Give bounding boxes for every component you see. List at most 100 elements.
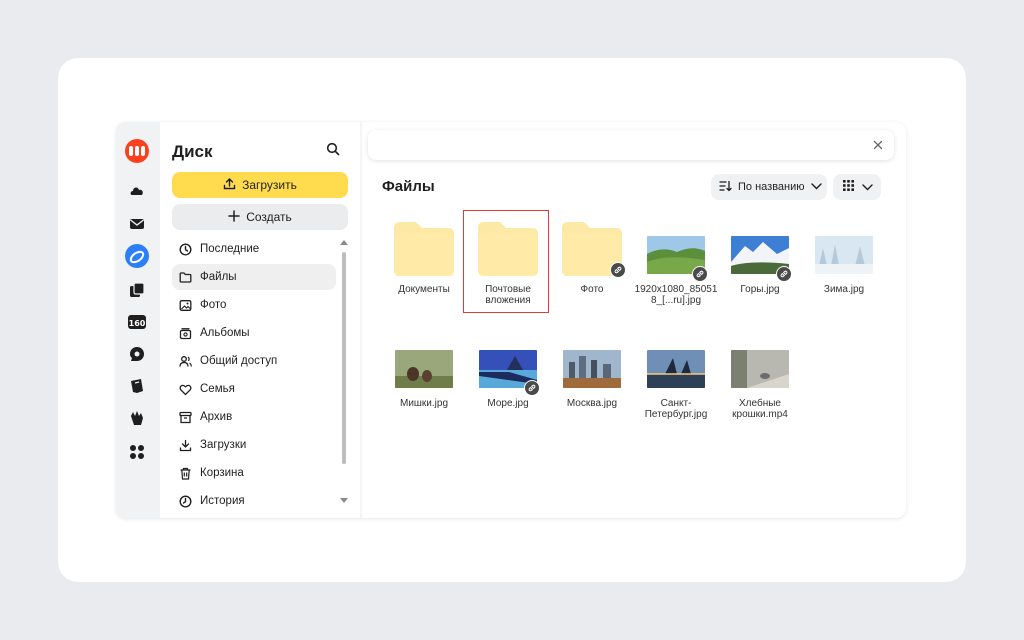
file-name: 1920x1080_850518_[...ru].jpg — [634, 284, 718, 306]
sort-icon — [719, 180, 732, 195]
mail-icon[interactable] — [125, 212, 149, 236]
cloud-icon[interactable] — [125, 179, 149, 203]
scroll-up-arrow-icon[interactable] — [340, 240, 348, 245]
file-tile-photo-folder[interactable]: Фото — [550, 214, 634, 314]
apps-grid-icon[interactable] — [125, 440, 149, 464]
create-button[interactable]: Создать — [172, 204, 348, 230]
image-icon — [178, 298, 192, 312]
sidebar-item-label: Корзина — [200, 467, 244, 479]
file-tile-mail-attachments[interactable]: Почтовые вложения — [466, 214, 550, 314]
sidebar-item-photo[interactable]: Фото — [172, 292, 336, 318]
file-tile-documents[interactable]: Документы — [382, 214, 466, 314]
file-name: Мишки.jpg — [399, 398, 449, 409]
file-tile-image[interactable]: 1920x1080_850518_[...ru].jpg — [634, 214, 718, 314]
chevron-down-icon — [862, 178, 873, 196]
folder-icon — [478, 222, 538, 276]
sidebar-item-shared[interactable]: Общий доступ — [172, 348, 336, 374]
file-name: Документы — [398, 284, 450, 295]
file-tile-image[interactable]: Море.jpg — [466, 328, 550, 428]
notes-icon[interactable] — [125, 374, 149, 398]
main-panel: Файлы По названию Документы Почтовые вло… — [362, 122, 906, 518]
image-thumbnail — [647, 350, 705, 388]
history-icon — [178, 494, 192, 508]
family-icon — [178, 382, 192, 396]
sidebar-item-label: Альбомы — [200, 327, 250, 339]
sidebar-item-label: История — [200, 495, 245, 507]
albums-icon — [178, 326, 192, 340]
chevron-down-icon — [810, 181, 822, 193]
upload-label: Загрузить — [242, 178, 297, 192]
telemost-icon[interactable] — [125, 406, 149, 430]
docs-icon[interactable] — [125, 278, 149, 302]
sidebar-item-label: Общий доступ — [200, 355, 278, 367]
grid-view-icon — [843, 178, 854, 196]
file-name: Море.jpg — [487, 398, 529, 409]
archive-icon — [178, 410, 192, 424]
file-name: Санкт-Петербург.jpg — [644, 398, 708, 420]
file-tile-video[interactable]: Хлебные крошки.mp4 — [718, 328, 802, 428]
video-thumbnail — [731, 350, 789, 388]
file-tile-image[interactable]: Зима.jpg — [802, 214, 886, 314]
file-name: Москва.jpg — [566, 398, 618, 409]
file-name: Фото — [580, 284, 604, 295]
image-thumbnail — [815, 236, 873, 274]
link-icon — [776, 266, 792, 282]
calendar-badge: 160 — [129, 319, 146, 328]
sidebar-item-recent[interactable]: Последние — [172, 236, 336, 262]
clock-icon — [178, 242, 192, 256]
file-name: Горы.jpg — [740, 284, 780, 295]
sort-button[interactable]: По названию — [711, 174, 827, 200]
sidebar-item-label: Загрузки — [200, 439, 247, 451]
image-thumbnail — [395, 350, 453, 388]
sidebar-item-archive[interactable]: Архив — [172, 404, 336, 430]
folder-icon — [178, 270, 192, 284]
plus-icon — [228, 209, 240, 225]
disk-icon[interactable] — [125, 244, 149, 268]
file-tile-image[interactable]: Москва.jpg — [550, 328, 634, 428]
link-icon — [692, 266, 708, 282]
app-title: Диск — [172, 142, 213, 161]
sidebar-item-family[interactable]: Семья — [172, 376, 336, 402]
file-tile-image[interactable]: Горы.jpg — [718, 214, 802, 314]
close-icon[interactable] — [870, 137, 886, 153]
upload-button[interactable]: Загрузить — [172, 172, 348, 198]
file-name: Зима.jpg — [823, 284, 865, 295]
sidebar-item-files[interactable]: Файлы — [172, 264, 336, 290]
upload-icon — [223, 177, 236, 193]
sidebar-scrollbar[interactable] — [340, 240, 348, 510]
calendar-icon[interactable]: 160 — [125, 310, 149, 334]
sidebar-item-history[interactable]: История — [172, 488, 336, 514]
file-name: Хлебные крошки.mp4 — [732, 398, 788, 420]
sidebar-item-albums[interactable]: Альбомы — [172, 320, 336, 346]
scroll-down-arrow-icon[interactable] — [340, 498, 348, 503]
scrollbar-thumb[interactable] — [342, 252, 346, 464]
sidebar-nav: Последние Файлы Фото Альбомы Общий досту… — [172, 236, 336, 516]
sort-label: По названию — [738, 181, 805, 193]
search-icon[interactable] — [326, 142, 342, 158]
yandex-logo-icon[interactable] — [125, 139, 149, 163]
folder-icon — [394, 222, 454, 276]
image-thumbnail — [563, 350, 621, 388]
page-title: Файлы — [382, 178, 435, 195]
sidebar-item-label: Последние — [200, 243, 260, 255]
top-bar — [368, 130, 894, 160]
sidebar-item-downloads[interactable]: Загрузки — [172, 432, 336, 458]
disk-window: 160 Диск Загрузить Создать Последние Фай… — [116, 122, 906, 518]
sidebar-item-label: Архив — [200, 411, 233, 423]
file-tile-image[interactable]: Санкт-Петербург.jpg — [634, 328, 718, 428]
sidebar-item-trash[interactable]: Корзина — [172, 460, 336, 486]
file-tile-image[interactable]: Мишки.jpg — [382, 328, 466, 428]
link-icon — [610, 262, 626, 278]
messenger-icon[interactable] — [125, 342, 149, 366]
services-rail: 160 — [116, 122, 160, 518]
trash-icon — [178, 466, 192, 480]
download-icon — [178, 438, 192, 452]
sidebar: Диск Загрузить Создать Последние Файлы Ф… — [160, 122, 360, 518]
shared-icon — [178, 354, 192, 368]
file-name: Почтовые вложения — [485, 284, 531, 306]
file-grid: Документы Почтовые вложения Фото 1920x10… — [382, 214, 892, 514]
link-icon — [524, 380, 540, 396]
sidebar-item-label: Файлы — [200, 271, 237, 283]
sidebar-item-label: Фото — [200, 299, 227, 311]
view-mode-button[interactable] — [833, 174, 881, 200]
